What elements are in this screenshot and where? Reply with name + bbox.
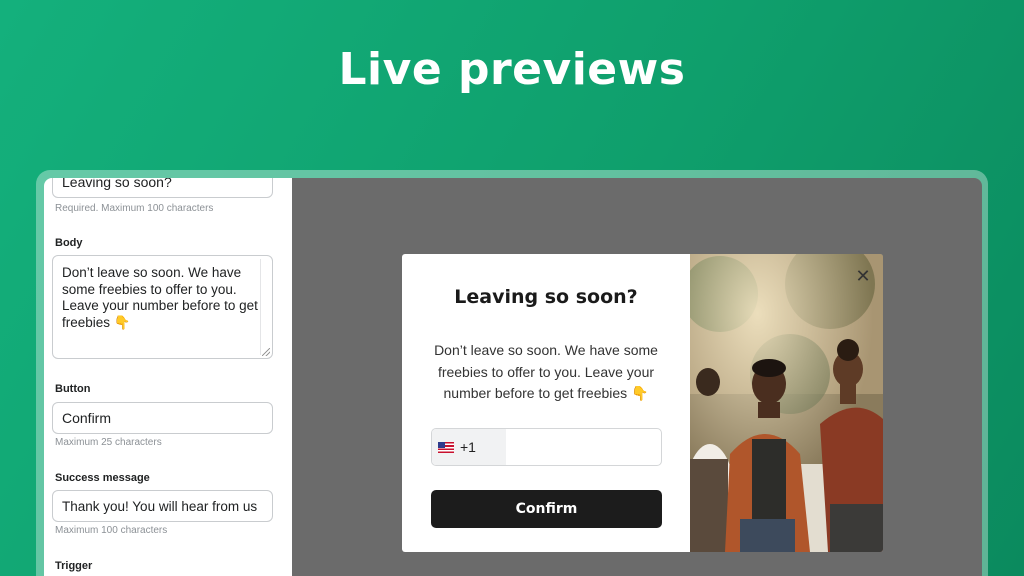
button-text-input[interactable]: Confirm <box>52 402 273 434</box>
popup-preview: Leaving so soon? Don’t leave so soon. We… <box>402 254 883 552</box>
title-help-text: Required. Maximum 100 characters <box>55 203 214 214</box>
button-text-input-value: Confirm <box>62 410 112 426</box>
close-icon[interactable]: ✕ <box>849 262 877 290</box>
button-help-text: Maximum 25 characters <box>55 437 162 448</box>
people-photo-illustration <box>682 254 883 552</box>
live-preview-area: Leaving so soon? Don’t leave so soon. We… <box>292 178 982 576</box>
trigger-label: Trigger <box>55 560 93 572</box>
phone-input[interactable]: +1 <box>431 428 662 466</box>
us-flag-icon <box>438 441 454 453</box>
popup-photo: ✕ <box>682 254 883 552</box>
success-message-input-value: Thank you! You will hear from us <box>62 498 258 514</box>
success-message-input[interactable]: Thank you! You will hear from us <box>52 490 273 522</box>
popup-title: Leaving so soon? <box>454 286 638 308</box>
confirm-button[interactable]: Confirm <box>431 490 662 528</box>
resize-handle-icon[interactable] <box>262 348 270 356</box>
body-label: Body <box>55 237 83 249</box>
body-scrollbar[interactable] <box>260 259 269 355</box>
hero-title: Live previews <box>338 44 686 95</box>
dial-code: +1 <box>460 439 476 455</box>
success-message-help-text: Maximum 100 characters <box>55 525 168 536</box>
title-input[interactable]: Leaving so soon? <box>52 178 273 198</box>
country-code-selector[interactable]: +1 <box>432 429 506 465</box>
success-message-label: Success message <box>55 472 150 484</box>
body-textarea[interactable]: Don’t leave so soon. We have some freebi… <box>52 255 273 359</box>
popup-content: Leaving so soon? Don’t leave so soon. We… <box>402 254 690 552</box>
body-textarea-value: Don’t leave so soon. We have some freebi… <box>62 265 258 330</box>
button-label: Button <box>55 383 91 395</box>
popup-body: Don’t leave so soon. We have some freebi… <box>434 342 658 401</box>
popup-editor-panel: Leaving so soon? Required. Maximum 100 c… <box>44 178 292 576</box>
title-input-value: Leaving so soon? <box>62 178 172 190</box>
